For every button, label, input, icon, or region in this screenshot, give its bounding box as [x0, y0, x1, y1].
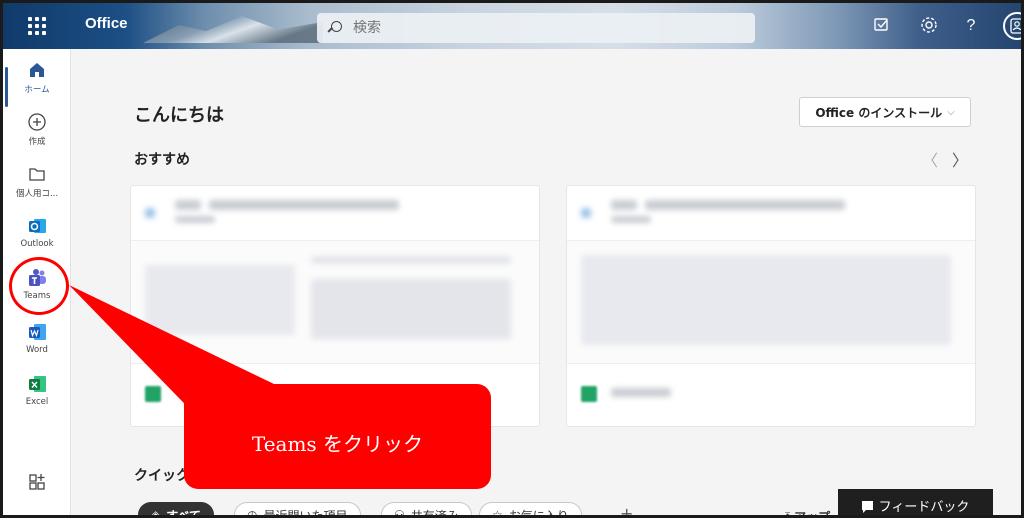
carousel-prev-icon[interactable]: 〈 [922, 147, 938, 171]
card-blurred-title [145, 198, 405, 228]
rail-label-create: 作成 [28, 137, 46, 147]
search-input[interactable] [353, 20, 733, 36]
rail-label-outlook: Outlook [20, 239, 54, 249]
chevron-down-icon: ⌵ [947, 106, 955, 118]
recommended-card[interactable] [566, 185, 976, 427]
teams-icon [29, 269, 46, 286]
rail-label-home: ホーム [24, 85, 50, 95]
rail-item-teams[interactable]: Teams [3, 267, 71, 301]
create-plus-icon [28, 113, 46, 131]
feedback-label: フィードバック [878, 499, 970, 515]
active-indicator [5, 67, 8, 107]
filter-chip-all[interactable]: ◈ すべて [138, 502, 214, 518]
rail-label-teams: Teams [23, 291, 51, 301]
rail-label-my-content: 個人用コ... [15, 189, 59, 199]
search-icon [327, 20, 343, 36]
rail-item-word[interactable]: Word [3, 321, 71, 355]
top-header-bar: Office ? [3, 3, 1021, 49]
filter-chip-label: 共有済み [410, 508, 459, 518]
upload-button[interactable]: ⤒ アップ [785, 508, 831, 518]
install-office-label: Office のインストール [815, 105, 943, 120]
rail-item-my-content[interactable]: 個人用コ... [3, 163, 71, 199]
folder-icon [29, 168, 45, 181]
help-icon[interactable]: ? [960, 15, 982, 37]
rail-item-outlook[interactable]: Outlook [3, 215, 71, 249]
card-blurred-filename [611, 388, 671, 397]
callout-text: Teams をクリック [251, 432, 424, 456]
office-home-window: Office ? ホーム 作成 個人用コ... [0, 0, 1024, 518]
rail-item-all-apps[interactable] [3, 471, 71, 493]
home-icon [30, 63, 44, 77]
filter-chip-shared[interactable]: ⚇ 共有済み [381, 502, 472, 518]
all-apps-icon [29, 474, 45, 490]
install-office-button[interactable]: Office のインストール ⌵ [799, 97, 971, 127]
cube-icon: ◈ [151, 508, 161, 518]
star-icon: ☆ [492, 508, 503, 518]
filter-chip-label: すべて [166, 508, 201, 518]
planner-icon[interactable] [871, 15, 893, 37]
filter-chip-label: お気に入り [508, 508, 569, 518]
feedback-icon [861, 500, 873, 513]
rail-label-word: Word [26, 345, 48, 355]
app-launcher-icon[interactable] [25, 14, 49, 38]
callout-box: Teams をクリック [184, 384, 491, 489]
rail-item-home[interactable]: ホーム [3, 59, 71, 107]
carousel-next-icon[interactable]: 〉 [952, 147, 968, 171]
card-document-preview [567, 240, 975, 364]
app-rail: ホーム 作成 個人用コ... Outlook Teams Word Excel [3, 49, 71, 515]
clock-icon: ◷ [247, 508, 258, 518]
filter-chip-label: 最近開いた項目 [263, 508, 348, 518]
excel-icon [581, 386, 597, 402]
word-icon [29, 324, 46, 340]
feedback-button[interactable]: フィードバック [838, 489, 993, 515]
people-icon: ⚇ [394, 508, 405, 518]
filter-chip-recent[interactable]: ◷ 最近開いた項目 [234, 502, 361, 518]
outlook-icon [29, 219, 46, 233]
recommended-heading: おすすめ [134, 152, 190, 168]
upload-icon: ⤒ [785, 510, 795, 518]
filter-chip-favorites[interactable]: ☆ お気に入り [479, 502, 582, 518]
search-box[interactable] [317, 13, 755, 43]
settings-gear-icon[interactable] [918, 15, 940, 37]
rail-item-excel[interactable]: Excel [3, 373, 71, 407]
header-banner-image [143, 16, 323, 43]
rail-item-create[interactable]: 作成 [3, 111, 71, 147]
excel-icon [29, 376, 46, 392]
office-logo[interactable]: Office [85, 15, 128, 32]
quick-access-heading: クイック [134, 468, 190, 484]
upload-label: アップ [794, 510, 831, 518]
rail-label-excel: Excel [25, 397, 49, 407]
card-document-preview [131, 240, 539, 364]
account-avatar[interactable] [1003, 12, 1021, 40]
add-filter-icon[interactable]: + [620, 504, 633, 515]
page-title: こんにちは [134, 105, 224, 126]
card-blurred-title [581, 198, 845, 228]
excel-icon [145, 386, 161, 402]
